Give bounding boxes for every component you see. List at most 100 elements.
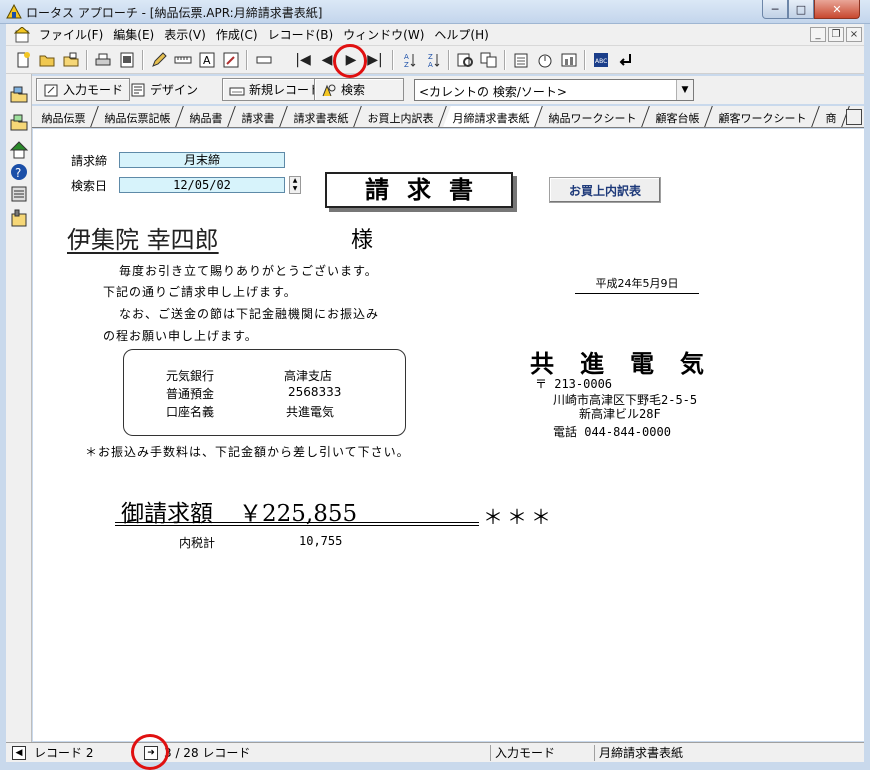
menu-window[interactable]: ウィンドウ(W) <box>338 26 429 43</box>
find-icon[interactable] <box>454 49 476 71</box>
svg-text:A: A <box>428 61 433 69</box>
billing-close-field[interactable]: 月末締 <box>119 152 285 168</box>
worksheet-icon[interactable] <box>534 49 556 71</box>
sort-descending-icon[interactable]: ZA <box>422 49 444 71</box>
svg-text:Z: Z <box>428 53 433 61</box>
company-postal: 〒 213-0006 <box>535 377 613 391</box>
chart-icon[interactable] <box>558 49 580 71</box>
search-sort-value: <カレントの 検索/ソート> <box>419 85 567 99</box>
mode-indicator[interactable]: 入力モード <box>490 745 594 761</box>
search-date-label: 検索日 <box>71 179 108 193</box>
menu-create[interactable]: 作成(C) <box>211 26 263 43</box>
database-icon[interactable] <box>9 184 29 204</box>
message-line-3: なお、ご送金の節は下記金融機関にお振込み <box>119 307 380 321</box>
issue-date[interactable]: 平成24年5月9日 <box>575 275 699 294</box>
account-number: 2568333 <box>288 385 342 399</box>
view-indicator[interactable]: 月締請求書表紙 <box>594 745 856 761</box>
report-icon[interactable] <box>510 49 532 71</box>
tab-invoice-cover[interactable]: 請求書表紙 <box>284 106 362 127</box>
open-folder-icon[interactable] <box>36 49 58 71</box>
search-date-field[interactable]: 12/05/02 <box>119 177 285 193</box>
company-name: 共進電気 <box>530 349 730 378</box>
print-icon[interactable] <box>92 49 114 71</box>
approach-app-icon[interactable] <box>6 4 22 20</box>
tab-delivery-note[interactable]: 納品書 <box>180 106 236 127</box>
help-icon[interactable]: ? <box>9 162 29 182</box>
doc-minimize-button[interactable]: _ <box>810 27 826 42</box>
company-phone: 電話 044-844-0000 <box>553 425 671 439</box>
minimize-button[interactable]: ─ <box>762 0 788 19</box>
amount-stars: ＊＊＊ <box>483 505 555 529</box>
next-record-button[interactable]: ▶ <box>340 49 362 71</box>
home-icon[interactable] <box>9 140 29 160</box>
menu-file[interactable]: ファイル(F) <box>34 26 108 43</box>
table-view-icon[interactable] <box>9 208 29 228</box>
design-view-icon[interactable] <box>9 112 29 132</box>
record-label: レコード 2 <box>34 746 94 760</box>
bank-name: 元気銀行 <box>166 369 215 383</box>
tab-purchase-detail[interactable]: お買上内訳表 <box>358 106 447 127</box>
document-title: 請求書 <box>325 172 513 208</box>
svg-text:A: A <box>404 53 409 61</box>
field-tool-icon[interactable] <box>254 49 276 71</box>
new-file-icon[interactable] <box>12 49 34 71</box>
tab-invoice[interactable]: 請求書 <box>232 106 288 127</box>
spellcheck-icon[interactable]: ABC <box>590 49 612 71</box>
input-mode-icon <box>44 84 58 96</box>
maximize-button[interactable]: □ <box>788 0 814 19</box>
customer-name[interactable]: 伊集院 幸四郎 <box>67 220 219 255</box>
first-record-button[interactable]: |◀ <box>292 49 314 71</box>
previous-record-button[interactable]: ◀ <box>316 49 338 71</box>
invoice-form: 請求締 月末締 検索日 12/05/02 ▲ ▼ 請求書 お買上内訳表 伊集院 幸… <box>33 129 864 741</box>
tab-scroll-icon[interactable] <box>846 109 862 125</box>
tab-delivery-slip[interactable]: 納品伝票 <box>32 106 99 127</box>
menu-edit[interactable]: 編集(E) <box>108 26 159 43</box>
tab-customer-worksheet[interactable]: 顧客ワークシート <box>709 106 820 127</box>
design-button[interactable]: デザイン <box>124 78 204 101</box>
pencil-icon[interactable] <box>148 49 170 71</box>
text-tool-icon[interactable]: A <box>196 49 218 71</box>
last-record-button[interactable]: ▶| <box>364 49 386 71</box>
replace-icon[interactable] <box>478 49 500 71</box>
menu-help[interactable]: ヘルプ(H) <box>429 26 493 43</box>
status-bar: ◀ レコード 2 ➜ 3 / 28 レコード 入力モード 月締請求書表紙 <box>6 742 864 762</box>
amount-underline <box>115 525 479 526</box>
svg-text:A: A <box>203 54 211 67</box>
message-line-2: 下記の通りご請求申し上げます。 <box>103 285 297 299</box>
menu-record[interactable]: レコード(B) <box>263 26 339 43</box>
ruler-icon[interactable] <box>172 49 194 71</box>
mode-toolbar: 入力モード デザイン 新規レコード 検索 <カレントの 検索/ソート> ▼ <box>32 76 864 104</box>
search-button[interactable]: 検索 <box>314 78 404 101</box>
doc-close-button[interactable]: × <box>846 27 862 42</box>
close-button[interactable]: ✕ <box>814 0 860 19</box>
record-count: 3 / 28 レコード <box>164 746 251 760</box>
document-window-controls: _ ❐ × <box>810 27 862 42</box>
tab-delivery-worksheet[interactable]: 納品ワークシート <box>539 106 650 127</box>
tax-total-value[interactable]: 10,755 <box>299 534 342 548</box>
tab-more[interactable]: 商 <box>816 106 850 127</box>
purchase-detail-button[interactable]: お買上内訳表 <box>549 177 661 203</box>
chevron-down-icon[interactable]: ▼ <box>676 80 693 100</box>
open-file-icon[interactable] <box>60 49 82 71</box>
browse-view-icon[interactable] <box>9 84 29 104</box>
search-sort-dropdown[interactable]: <カレントの 検索/ソート> ▼ <box>414 79 694 101</box>
toolbar-separator <box>392 50 394 70</box>
enter-icon[interactable] <box>614 49 636 71</box>
tab-customer-ledger[interactable]: 顧客台帳 <box>646 106 713 127</box>
preview-icon[interactable] <box>116 49 138 71</box>
goto-record-icon[interactable]: ➜ <box>144 746 158 760</box>
date-spinner[interactable]: ▲ ▼ <box>289 176 301 194</box>
toolbar-separator <box>246 50 248 70</box>
doc-restore-button[interactable]: ❐ <box>828 27 844 42</box>
new-record-button[interactable]: 新規レコード <box>222 78 329 101</box>
input-mode-button[interactable]: 入力モード <box>36 78 131 101</box>
record-nav-icon[interactable]: ◀ <box>12 746 26 760</box>
menu-view[interactable]: 表示(V) <box>159 26 211 43</box>
edit-tool-icon[interactable] <box>220 49 242 71</box>
tab-delivery-slip-register[interactable]: 納品伝票記帳 <box>95 106 184 127</box>
document-icon[interactable] <box>14 26 30 43</box>
sort-ascending-icon[interactable]: AZ <box>398 49 420 71</box>
message-line-1: 毎度お引き立て賜りありがとうございます。 <box>119 264 378 278</box>
tab-monthly-invoice-cover[interactable]: 月締請求書表紙 <box>443 106 543 127</box>
tax-total-label: 内税計 <box>179 536 216 550</box>
